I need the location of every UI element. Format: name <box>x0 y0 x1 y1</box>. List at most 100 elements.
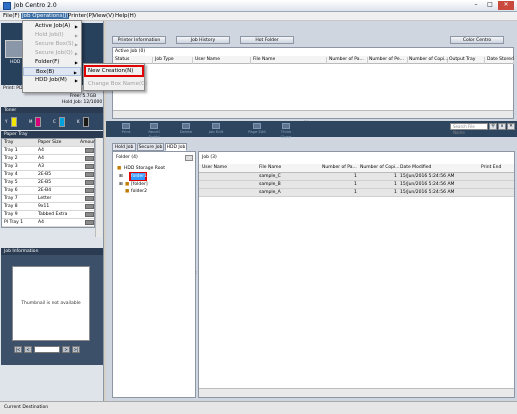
hold-job-count: Hold Job: 12/1000 <box>62 100 103 105</box>
printer-information-button[interactable]: Printer Information <box>112 36 166 44</box>
column-header[interactable]: Job Type <box>155 57 193 64</box>
table-row[interactable]: sample_B 1 1 15/Jun/2016 5:24:56 AM <box>199 181 514 189</box>
table-row[interactable]: Tray 3 A3 <box>2 163 94 171</box>
page-number-field[interactable] <box>34 346 60 353</box>
menu-item-label: Secure Job(Q) <box>35 50 73 56</box>
page-edit-button[interactable]: Page Edit <box>247 123 267 136</box>
column-header[interactable]: Number of Pe... <box>369 57 408 64</box>
column-header[interactable]: User Name <box>195 57 251 64</box>
tab-hold-job[interactable]: Hold Job <box>112 143 136 151</box>
search-button[interactable]: ⚲ <box>489 123 497 130</box>
job-history-button[interactable]: Job History <box>176 36 230 44</box>
job-information-header: Job Information <box>1 248 103 255</box>
menu-item-change-box-name[interactable]: Change Box Name(C) <box>84 80 147 89</box>
table-row[interactable]: Tray 2 A4 <box>2 155 94 163</box>
amount-indicator <box>85 148 94 153</box>
folder-icon: ■ <box>117 166 122 171</box>
tab-secure-job[interactable]: Secure Job <box>137 143 164 151</box>
table-row[interactable]: sample_A 1 1 15/Jun/2016 5:24:56 AM <box>199 189 514 197</box>
table-row[interactable]: Tray 8 9x11 <box>2 203 94 211</box>
toner-panel: Y M C K <box>1 113 103 130</box>
column-header[interactable]: File Name <box>259 165 281 170</box>
table-row[interactable]: PI Tray 1 A4 <box>2 219 94 227</box>
folder-root[interactable]: HDD Storage Root <box>124 166 165 171</box>
last-page-button[interactable]: >| <box>72 346 80 353</box>
folder-icon: ■ <box>125 182 130 187</box>
menu-item-hdd-job[interactable]: HDD Job(M) ▶ <box>23 76 81 85</box>
table-row[interactable]: Tray 1 A4 <box>2 147 94 155</box>
job-edit-button[interactable]: Job Edit <box>206 123 226 136</box>
menu-help[interactable]: Help(H) <box>115 13 136 19</box>
job-panel-title: Job (3) <box>202 155 217 160</box>
job-operations-menu: Active Job(A) ▶ Hold Job(I) ▶ Secure Box(S… <box>22 20 82 93</box>
menu-view[interactable]: View(V) <box>93 13 114 19</box>
tray-name: Tray 9 <box>4 212 18 217</box>
tray-size: A4 <box>38 220 44 225</box>
delete-button[interactable]: Delete <box>176 123 196 136</box>
active-job-scrollbar[interactable] <box>113 110 513 118</box>
color-centro-button[interactable]: Color Centro <box>450 36 504 44</box>
clear-search-button[interactable]: ✕ <box>507 123 515 130</box>
close-button[interactable]: ✕ <box>498 1 514 10</box>
think-clone-button[interactable]: Think Clone <box>276 123 296 139</box>
copy-count: 1 <box>394 174 397 179</box>
menu-item-active-job[interactable]: Active Job(A) ▶ <box>23 22 81 31</box>
job-panel: Job (3) User Name File Name Number of Pa… <box>198 151 515 398</box>
folder-item[interactable]: folder2 <box>131 189 147 194</box>
folder-options-icon[interactable] <box>185 155 193 161</box>
menu-file[interactable]: File(F) <box>3 13 20 19</box>
toolbar-label: Job Edit <box>208 129 224 134</box>
tray-scrollbar[interactable] <box>95 138 102 237</box>
amount-indicator <box>85 164 94 169</box>
menu-item-hold-job[interactable]: Hold Job(I) ▶ <box>23 31 81 40</box>
toolbar-label: Print <box>121 129 131 134</box>
column-header[interactable]: Number of Copi... <box>360 165 400 170</box>
table-row[interactable]: Tray 4 2E-B5 <box>2 171 94 179</box>
paper-tray-header: Paper Tray <box>1 131 103 138</box>
prev-page-button[interactable]: < <box>24 346 32 353</box>
minimize-button[interactable]: – <box>470 1 482 10</box>
folder-item[interactable]: folder1 <box>131 173 147 180</box>
table-row[interactable]: Tray 5 2E-B5 <box>2 179 94 187</box>
search-input[interactable]: Search File Name <box>450 123 488 135</box>
menu-item-secure-box[interactable]: Secure Box(S) ▶ <box>23 40 81 49</box>
tab-hdd-job[interactable]: HDD Job <box>165 143 187 151</box>
status-bar: Current Destination <box>0 401 517 414</box>
expand-icon[interactable]: ⊞ <box>119 182 123 187</box>
table-row[interactable]: Tray 7 Letter <box>2 195 94 203</box>
column-header[interactable]: Date Modified <box>400 165 431 170</box>
column-header[interactable]: Output Tray <box>449 57 485 64</box>
column-header[interactable]: User Name <box>202 165 227 170</box>
box-submenu: New Creation(N) Change Box Name(C) <box>83 63 147 91</box>
column-header[interactable]: Number of Pa... <box>322 165 357 170</box>
column-header[interactable]: Number of Pa... <box>329 57 368 64</box>
maximize-button[interactable]: □ <box>484 1 496 10</box>
menu-job-operations[interactable]: Job Operations(J) <box>21 13 70 19</box>
first-page-button[interactable]: |< <box>14 346 22 353</box>
menu-item-box[interactable]: Box(B) ▶ <box>23 67 81 76</box>
menu-item-secure-job[interactable]: Secure Job(Q) ▶ <box>23 49 81 58</box>
next-page-button[interactable]: > <box>62 346 70 353</box>
expand-button[interactable]: ∨ <box>498 123 506 130</box>
print-button[interactable]: Print <box>116 123 136 136</box>
menu-printer[interactable]: Printer(P) <box>68 13 94 19</box>
column-header[interactable]: File Name <box>253 57 327 64</box>
column-header[interactable]: Print End <box>481 165 501 170</box>
table-row[interactable]: Tray 9 Tabbed Extra <box>2 211 94 219</box>
job-table-scrollbar[interactable] <box>199 388 514 397</box>
table-row[interactable]: sample_C 1 1 15/Jun/2016 5:24:56 AM <box>199 173 514 181</box>
table-row[interactable]: Tray 6 2E-B4 <box>2 187 94 195</box>
active-job-panel: Active Job (0) Status Job Type User Name… <box>112 47 514 119</box>
copy-count: 1 <box>394 190 397 195</box>
menu-item-new-creation[interactable]: New Creation(N) <box>84 67 144 76</box>
recall-button[interactable]: Recall Scrtbl <box>144 123 164 139</box>
menu-item-folder[interactable]: Folder(F) ▶ <box>23 58 81 67</box>
hot-folder-button[interactable]: Hot Folder <box>240 36 294 44</box>
folder-item[interactable]: [folder] <box>131 182 148 187</box>
window-title: Job Centro 2.0 <box>14 2 57 9</box>
tray-name: Tray 8 <box>4 204 18 209</box>
expand-icon[interactable]: ⊞ <box>119 174 123 179</box>
column-header[interactable]: Date Stored <box>487 57 514 64</box>
column-header[interactable]: Number of Copi... <box>409 57 449 64</box>
amount-indicator <box>85 204 94 209</box>
